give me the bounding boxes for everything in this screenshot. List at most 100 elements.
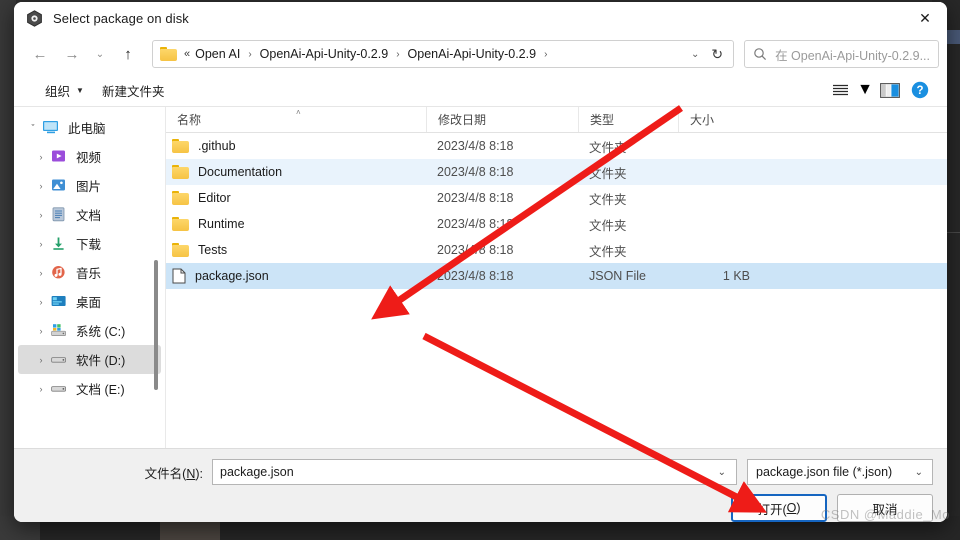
chevron-right-icon[interactable]: › <box>32 239 50 249</box>
sidebar-item-music[interactable]: › 音乐 <box>18 258 161 287</box>
file-name-cell: .github <box>166 139 426 153</box>
sidebar-item-documents[interactable]: › 文档 <box>18 200 161 229</box>
chevron-right-icon[interactable]: › <box>32 355 50 365</box>
table-row[interactable]: .github 2023/4/8 8:18 文件夹 <box>166 133 947 159</box>
column-header-label: 修改日期 <box>438 113 487 127</box>
chevron-right-icon[interactable]: › <box>32 181 50 191</box>
table-row[interactable]: Editor 2023/4/8 8:18 文件夹 <box>166 185 947 211</box>
file-date-cell: 2023/4/8 8:18 <box>437 243 514 257</box>
file-name-cell: Tests <box>166 243 426 257</box>
column-header-name[interactable]: ˄ 名称 <box>166 107 426 132</box>
open-button[interactable]: 打开(O) <box>731 494 827 522</box>
sidebar-item-videos[interactable]: › 视频 <box>18 142 161 171</box>
sidebar-item-software-d[interactable]: › 软件 (D:) <box>18 345 161 374</box>
command-toolbar: 组织 ▼ 新建文件夹 ▼ ? <box>14 74 947 106</box>
file-name: Editor <box>198 191 231 205</box>
help-icon[interactable]: ? <box>905 77 935 103</box>
dialog-footer: 文件名(N): package.json ⌄ package.json file… <box>14 448 947 522</box>
column-headers: ˄ 名称 修改日期 类型 大小 <box>166 107 947 133</box>
search-input[interactable]: 在 OpenAi-Api-Unity-0.2.9... <box>744 40 939 68</box>
chevron-right-icon[interactable]: › <box>32 384 50 394</box>
filename-field[interactable]: package.json ⌄ <box>212 459 737 485</box>
new-folder-button[interactable]: 新建文件夹 <box>93 77 174 104</box>
file-type-cell: 文件夹 <box>589 192 627 207</box>
view-options-chevron-down-icon[interactable]: ▼ <box>855 77 875 103</box>
column-header-label: 类型 <box>590 113 615 127</box>
organize-button[interactable]: 组织 ▼ <box>36 77 93 104</box>
folder-icon <box>172 243 189 257</box>
column-header-label: 大小 <box>690 113 715 127</box>
sidebar-item-label: 系统 (C:) <box>76 325 126 339</box>
chevron-down-icon: ▼ <box>76 85 84 95</box>
nav-scrollbar[interactable] <box>154 260 158 390</box>
chevron-right-icon[interactable]: › <box>32 326 50 336</box>
preview-pane-icon[interactable] <box>875 77 905 103</box>
file-type-cell: JSON File <box>589 269 646 283</box>
drive-icon <box>50 352 68 368</box>
file-name-cell: package.json <box>166 268 426 284</box>
search-icon <box>753 47 767 61</box>
column-header-date[interactable]: 修改日期 <box>426 107 578 132</box>
column-header-type[interactable]: 类型 <box>578 107 678 132</box>
address-bar[interactable]: « Open AI › OpenAi-Api-Unity-0.2.9 › Ope… <box>152 40 735 68</box>
chevron-right-icon[interactable]: › <box>32 152 50 162</box>
close-icon[interactable]: ✕ <box>903 2 947 34</box>
folder-icon <box>172 165 189 179</box>
breadcrumb-item-1[interactable]: OpenAi-Api-Unity-0.2.9 <box>257 45 392 63</box>
refresh-icon[interactable]: ↻ <box>707 46 727 63</box>
sidebar-item-label: 下载 <box>76 238 102 252</box>
up-button[interactable]: ↑ <box>112 39 144 69</box>
table-row[interactable]: package.json 2023/4/8 8:18 JSON File 1 K… <box>166 263 947 289</box>
file-rows: .github 2023/4/8 8:18 文件夹 Documentation … <box>166 133 947 448</box>
list-view-icon[interactable] <box>825 77 855 103</box>
breadcrumb-separator-0: › <box>248 48 252 60</box>
file-type-cell: 文件夹 <box>589 140 627 155</box>
table-row[interactable]: Documentation 2023/4/8 8:18 文件夹 <box>166 159 947 185</box>
breadcrumb-item-2[interactable]: OpenAi-Api-Unity-0.2.9 <box>405 45 540 63</box>
open-label-key: O <box>786 501 797 515</box>
sidebar-item-system-c[interactable]: › 系统 (C:) <box>18 316 161 345</box>
chevron-expanded-icon[interactable]: ˇ <box>24 123 42 133</box>
table-row[interactable]: Runtime 2023/4/8 8:18 文件夹 <box>166 211 947 237</box>
sidebar-item-downloads[interactable]: › 下载 <box>18 229 161 258</box>
open-label-post: ) <box>796 501 801 515</box>
file-type-filter-select[interactable]: package.json file (*.json) ⌄ <box>747 459 933 485</box>
breadcrumb-item-0[interactable]: Open AI <box>192 45 243 63</box>
back-button[interactable]: ← <box>24 39 56 69</box>
file-name: Runtime <box>198 217 245 231</box>
table-row[interactable]: Tests 2023/4/8 8:18 文件夹 <box>166 237 947 263</box>
sidebar-item-pictures[interactable]: › 图片 <box>18 171 161 200</box>
chevron-right-icon[interactable]: › <box>32 297 50 307</box>
recent-locations-button[interactable]: ⌄ <box>88 39 112 69</box>
sidebar-item-label: 桌面 <box>76 296 102 310</box>
desktop-icon <box>50 294 68 310</box>
file-date-cell: 2023/4/8 8:18 <box>437 191 514 205</box>
button-row: 打开(O) 取消 <box>14 494 933 522</box>
breadcrumb-overflow-icon[interactable]: « <box>184 48 192 60</box>
filename-label: 文件名(N): <box>14 463 212 482</box>
sort-ascending-icon: ˄ <box>296 108 301 117</box>
file-list-pane: ˄ 名称 修改日期 类型 大小 .github 2023/4/8 8:18 文件… <box>166 107 947 448</box>
file-date-cell: 2023/4/8 8:18 <box>437 269 514 283</box>
chevron-right-icon[interactable]: › <box>32 210 50 220</box>
column-header-size[interactable]: 大小 <box>678 107 762 132</box>
file-date-cell: 2023/4/8 8:18 <box>437 139 514 153</box>
forward-button[interactable]: → <box>56 39 88 69</box>
sidebar-item-label: 视频 <box>76 151 102 165</box>
file-name-cell: Runtime <box>166 217 426 231</box>
folder-icon <box>160 47 177 61</box>
filename-label-key: N <box>186 466 196 481</box>
sidebar-item-label: 音乐 <box>76 267 102 281</box>
folder-icon <box>172 217 189 231</box>
file-size-cell: 1 KB <box>722 269 750 283</box>
music-icon <box>50 265 68 281</box>
sidebar-item-documents-e[interactable]: › 文档 (E:) <box>18 374 161 403</box>
chevron-down-icon[interactable]: ⌄ <box>683 49 707 60</box>
file-name-cell: Editor <box>166 191 426 205</box>
sidebar-item-desktop[interactable]: › 桌面 <box>18 287 161 316</box>
chevron-right-icon[interactable]: › <box>32 268 50 278</box>
column-header-label: 名称 <box>177 113 202 127</box>
chevron-down-icon[interactable]: ⌄ <box>712 467 732 478</box>
sidebar-item-this-pc[interactable]: ˇ 此电脑 <box>18 113 161 142</box>
json-file-icon <box>172 268 186 284</box>
